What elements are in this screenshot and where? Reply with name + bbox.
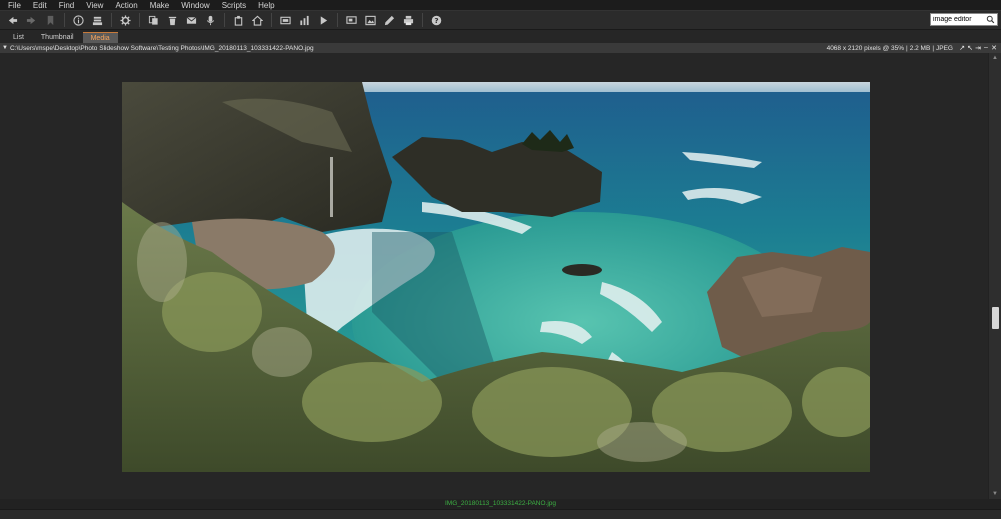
home-button[interactable] xyxy=(248,12,266,28)
compare-button[interactable] xyxy=(276,12,294,28)
stack-icon xyxy=(92,16,102,25)
close-icon[interactable]: ✕ xyxy=(990,44,998,52)
bookmark-icon xyxy=(47,15,53,25)
file-path: C:\Users\mspe\Desktop\Photo Slideshow So… xyxy=(10,44,314,52)
menu-edit[interactable]: Edit xyxy=(27,0,53,11)
minimize-icon[interactable]: – xyxy=(982,44,990,52)
scroll-down-icon[interactable]: ▼ xyxy=(989,489,1001,499)
envelope-icon xyxy=(186,16,196,24)
menu-view[interactable]: View xyxy=(80,0,109,11)
menu-action[interactable]: Action xyxy=(109,0,143,11)
menu-scripts[interactable]: Scripts xyxy=(216,0,252,11)
print-button[interactable] xyxy=(399,12,417,28)
arrow-right-icon xyxy=(26,16,35,24)
search-input[interactable] xyxy=(931,14,985,25)
file-size: 2.2 MB xyxy=(909,44,931,52)
bottom-bar xyxy=(0,509,1001,519)
label-icon xyxy=(234,15,242,26)
toolbar-separator xyxy=(64,13,65,27)
compare-icon xyxy=(279,16,291,24)
stack-button[interactable] xyxy=(88,12,106,28)
image-info: 4068 x 2120 pixels @ 35% | 2.2 MB | JPEG xyxy=(826,44,953,52)
vertical-scrollbar[interactable]: ▲ ▼ xyxy=(988,53,1001,499)
menu-find[interactable]: Find xyxy=(53,0,81,11)
toolbar: ? xyxy=(0,11,1001,30)
media-viewer[interactable] xyxy=(0,53,988,499)
scroll-thumb[interactable] xyxy=(992,307,999,329)
toolbar-separator xyxy=(111,13,112,27)
printer-icon xyxy=(403,15,413,25)
expand-icon[interactable]: ⇥ xyxy=(974,44,982,52)
trash-icon xyxy=(168,16,176,25)
chart-button[interactable] xyxy=(295,12,313,28)
screen-button[interactable] xyxy=(342,12,360,28)
status-bar: IMG_20180113_103331422-PANO.jpg xyxy=(0,499,1001,509)
toolbar-separator xyxy=(224,13,225,27)
toolbar-separator xyxy=(139,13,140,27)
panorama-photo[interactable] xyxy=(122,82,870,472)
forward-button[interactable] xyxy=(22,12,40,28)
photo-canvas xyxy=(122,82,870,472)
microphone-icon xyxy=(206,15,214,25)
pencil-icon xyxy=(384,15,394,25)
arrow-left-icon xyxy=(8,16,17,24)
toolbar-separator xyxy=(271,13,272,27)
help-icon: ? xyxy=(431,15,441,25)
bookmark-button[interactable] xyxy=(41,12,59,28)
tab-thumbnail[interactable]: Thumbnail xyxy=(33,32,82,43)
chevron-down-icon[interactable]: ▼ xyxy=(0,45,10,51)
home-icon xyxy=(251,15,263,26)
copy-button[interactable] xyxy=(144,12,162,28)
email-button[interactable] xyxy=(182,12,200,28)
status-filename: IMG_20180113_103331422-PANO.jpg xyxy=(444,500,557,507)
menu-make[interactable]: Make xyxy=(144,0,176,11)
monitor-icon xyxy=(345,15,357,24)
help-button[interactable]: ? xyxy=(427,12,445,28)
menu-help[interactable]: Help xyxy=(252,0,280,11)
menu-file[interactable]: File xyxy=(2,0,27,11)
info-icon xyxy=(72,14,84,26)
svg-text:?: ? xyxy=(434,16,438,25)
image-dimensions: 4068 x 2120 pixels @ 35% xyxy=(826,44,905,52)
delete-button[interactable] xyxy=(163,12,181,28)
microphone-button[interactable] xyxy=(201,12,219,28)
edit-button[interactable] xyxy=(380,12,398,28)
tab-media[interactable]: Media xyxy=(82,32,118,43)
slideshow-button[interactable] xyxy=(314,12,332,28)
tab-list[interactable]: List xyxy=(5,32,32,43)
info-button[interactable] xyxy=(69,12,87,28)
pin-alt-icon[interactable]: ↖ xyxy=(966,44,974,52)
play-icon xyxy=(320,15,327,25)
scroll-up-icon[interactable]: ▲ xyxy=(989,53,1001,63)
toolbar-separator xyxy=(337,13,338,27)
menu-window[interactable]: Window xyxy=(175,0,215,11)
image-icon xyxy=(364,15,376,25)
path-bar: ▼ C:\Users\mspe\Desktop\Photo Slideshow … xyxy=(0,43,1001,53)
window-controls: ↗ ↖ ⇥ – ✕ xyxy=(958,44,1001,52)
bar-chart-icon xyxy=(299,15,309,25)
pin-icon[interactable]: ↗ xyxy=(958,44,966,52)
settings-button[interactable] xyxy=(116,12,134,28)
tag-button[interactable] xyxy=(229,12,247,28)
copy-icon xyxy=(148,15,158,25)
back-button[interactable] xyxy=(3,12,21,28)
tab-bar: List Thumbnail Media xyxy=(0,31,1001,43)
gear-icon xyxy=(119,14,131,26)
search-icon[interactable] xyxy=(985,14,996,25)
file-format: JPEG xyxy=(936,44,953,52)
image-button[interactable] xyxy=(361,12,379,28)
search-box xyxy=(930,13,998,26)
menu-bar: File Edit Find View Action Make Window S… xyxy=(0,0,1001,11)
toolbar-separator xyxy=(422,13,423,27)
